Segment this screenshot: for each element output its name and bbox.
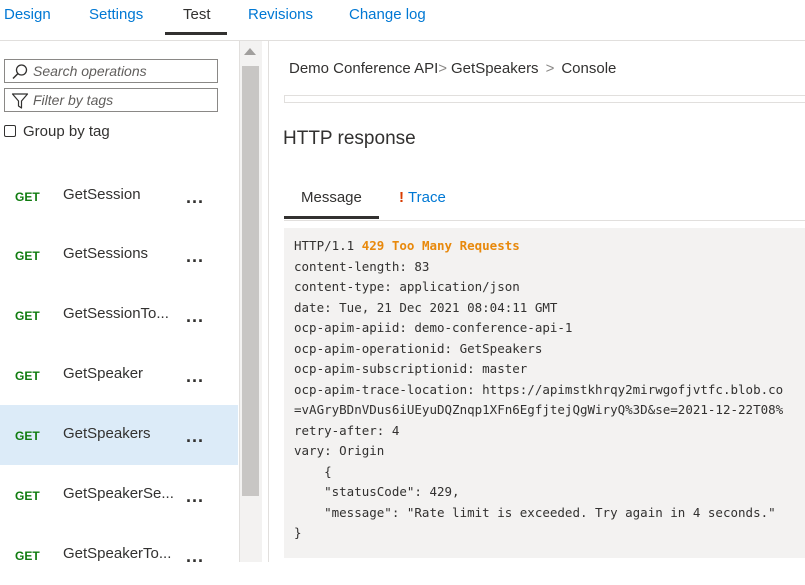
tab-message[interactable]: Message xyxy=(301,189,362,206)
search-icon xyxy=(12,64,28,80)
operation-item[interactable]: GET GetSessions ... xyxy=(0,225,238,285)
breadcrumb-separator: > xyxy=(545,60,555,77)
warning-icon: ! xyxy=(399,189,404,206)
more-options-button[interactable]: ... xyxy=(186,307,204,325)
status-line: HTTP/1.1 429 Too Many Requests xyxy=(294,238,520,253)
operation-item[interactable]: GET GetSpeaker ... xyxy=(0,345,238,405)
operation-name: GetSession xyxy=(63,186,141,203)
request-panel-edge xyxy=(284,95,805,103)
response-line: ocp-apim-trace-location: https://apimstk… xyxy=(294,381,784,397)
more-options-button[interactable]: ... xyxy=(186,547,204,565)
filter-icon xyxy=(11,93,29,109)
active-tab-indicator xyxy=(165,32,227,35)
response-body: HTTP/1.1 429 Too Many Requests content-l… xyxy=(284,228,805,558)
filter-tags-input[interactable] xyxy=(33,91,213,109)
operation-name: GetSessionTo... xyxy=(63,305,169,322)
group-by-tag-label: Group by tag xyxy=(23,122,110,140)
search-operations-input[interactable] xyxy=(33,62,213,80)
tab-test[interactable]: Test xyxy=(183,6,211,23)
response-line: ocp-apim-subscriptionid: master xyxy=(294,361,528,376)
search-operations-box[interactable] xyxy=(4,59,218,83)
tab-design[interactable]: Design xyxy=(4,6,51,23)
response-line: ocp-apim-apiid: demo-conference-api-1 xyxy=(294,320,573,335)
response-line: retry-after: 4 xyxy=(294,422,400,438)
group-by-tag-checkbox[interactable] xyxy=(4,125,16,137)
operation-name: GetSpeaker xyxy=(63,365,144,382)
tab-revisions[interactable]: Revisions xyxy=(248,6,313,23)
response-line: content-length: 83 xyxy=(294,258,430,274)
response-line: { xyxy=(294,463,332,479)
response-line: ocp-apim-operationid: GetSpeakers xyxy=(294,340,543,356)
response-tabs-divider xyxy=(284,220,805,221)
more-options-button[interactable]: ... xyxy=(186,427,204,445)
scroll-up-arrow-icon[interactable] xyxy=(244,48,256,55)
tab-trace-label: Trace xyxy=(408,189,446,206)
breadcrumb-operation[interactable]: GetSpeakers xyxy=(451,60,539,77)
operation-item[interactable]: GET GetSpeakerSe... ... xyxy=(0,465,238,525)
http-method-badge: GET xyxy=(15,309,40,323)
scrollbar-thumb[interactable] xyxy=(242,66,259,496)
response-line: "statusCode": 429, xyxy=(294,484,460,499)
http-method-badge: GET xyxy=(15,489,40,503)
status-prefix: HTTP/1.1 xyxy=(294,238,362,253)
operation-item[interactable]: GET GetSession ... xyxy=(0,166,238,226)
response-line: } xyxy=(294,525,302,540)
operation-name: GetSessions xyxy=(63,245,149,262)
group-by-tag-row[interactable]: Group by tag xyxy=(4,121,110,141)
pane-divider xyxy=(268,41,269,562)
operations-pane: Group by tag GET GetSession ... GET GetS… xyxy=(0,41,238,565)
breadcrumb-separator: > xyxy=(438,60,448,77)
http-method-badge: GET xyxy=(15,249,40,263)
more-options-button[interactable]: ... xyxy=(186,188,204,206)
tab-settings[interactable]: Settings xyxy=(89,6,143,23)
active-response-tab-indicator xyxy=(284,216,379,219)
more-options-button[interactable]: ... xyxy=(186,487,204,505)
http-method-badge: GET xyxy=(15,190,40,204)
operation-item[interactable]: GET GetSpeakerTo... ... xyxy=(0,525,238,585)
http-method-badge: GET xyxy=(15,549,40,563)
operation-name: GetSpeakerTo... xyxy=(63,545,172,562)
http-method-badge: GET xyxy=(15,429,40,443)
http-method-badge: GET xyxy=(15,369,40,383)
filter-tags-box[interactable] xyxy=(4,88,218,112)
operation-name: GetSpeakers xyxy=(63,425,151,442)
tab-trace[interactable]: ! Trace xyxy=(399,189,446,206)
operation-item[interactable]: GET GetSessionTo... ... xyxy=(0,285,238,345)
operation-name: GetSpeakerSe... xyxy=(63,485,174,502)
status-code: 429 Too Many Requests xyxy=(361,238,520,253)
breadcrumb-api[interactable]: Demo Conference API xyxy=(289,60,438,77)
tab-change-log[interactable]: Change log xyxy=(349,6,426,23)
more-options-button[interactable]: ... xyxy=(186,367,204,385)
operation-item-selected[interactable]: GET GetSpeakers ... xyxy=(0,405,238,465)
http-response-title: HTTP response xyxy=(283,128,416,149)
top-tab-bar: Design Settings Test Revisions Change lo… xyxy=(0,0,805,41)
response-line: content-type: application/json xyxy=(294,279,520,294)
response-line: =vAGryBDnVDus6iUEyuDQZnqp1XFn6EgfjtejQgW… xyxy=(294,402,784,417)
breadcrumb-page: Console xyxy=(561,60,617,77)
response-line: date: Tue, 21 Dec 2021 08:04:11 GMT xyxy=(294,299,558,315)
more-options-button[interactable]: ... xyxy=(186,247,204,265)
response-line: vary: Origin xyxy=(294,443,385,458)
response-line: "message": "Rate limit is exceeded. Try … xyxy=(294,504,776,520)
breadcrumb: Demo Conference API> GetSpeakers > Console xyxy=(289,60,616,77)
